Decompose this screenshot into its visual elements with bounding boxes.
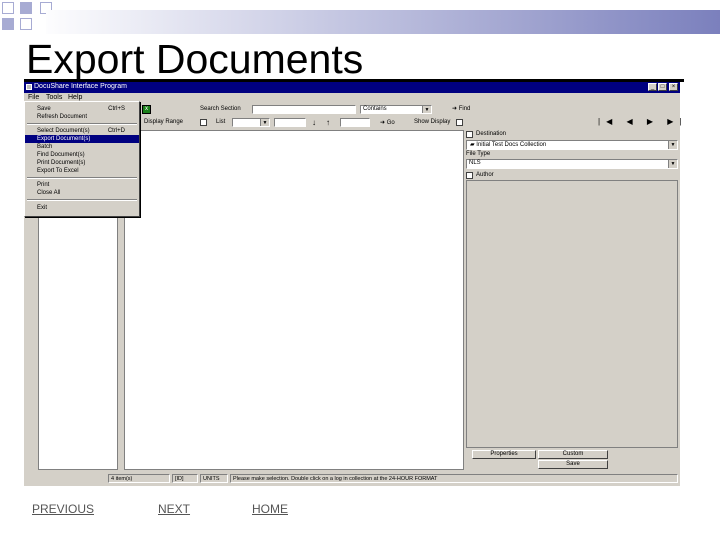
menu-separator — [27, 123, 137, 125]
menu-help[interactable]: Help — [68, 94, 82, 101]
toolbar-secondary: Display Range List ▼ ↓ ↑ ➜ Go Show Displ… — [134, 116, 681, 128]
statusbar: 4 item(s) [ID] UNITS Please make selecti… — [24, 474, 680, 484]
properties-panel: Destination ▰ Initial Test Docs Collecti… — [466, 128, 678, 472]
menu-item-select-documents[interactable]: Select Document(s) Ctrl+D — [25, 127, 139, 135]
minimize-button[interactable]: _ — [648, 83, 657, 91]
menu-separator — [27, 177, 137, 179]
menu-item-print-documents[interactable]: Print Document(s) — [25, 159, 139, 167]
list-select[interactable]: ▼ — [232, 118, 270, 127]
range-end-input[interactable] — [340, 118, 370, 127]
document-list-pane[interactable] — [124, 130, 464, 470]
display-range-checkbox[interactable] — [200, 119, 207, 126]
find-button[interactable]: ➜ Find — [452, 105, 470, 112]
menu-separator — [27, 199, 137, 201]
arrow-right-icon: ➜ — [452, 106, 458, 112]
author-row: Author — [466, 171, 678, 180]
file-type-label: File Type — [466, 151, 491, 157]
record-navigation[interactable]: |◀ ◀ ▶ ▶| — [598, 117, 687, 126]
app-window: DocuShare Interface Program _ □ × File T… — [24, 82, 681, 486]
menu-item-find-documents[interactable]: Find Document(s) — [25, 151, 139, 159]
next-link[interactable]: NEXT — [158, 502, 190, 516]
status-id: [ID] — [172, 474, 198, 483]
menu-item-export-documents[interactable]: Export Document(s) — [25, 135, 139, 143]
status-docs-count: 4 item(s) — [108, 474, 170, 483]
author-checkbox[interactable] — [466, 172, 473, 179]
app-icon — [26, 84, 32, 90]
menu-item-batch[interactable]: Batch — [25, 143, 139, 151]
destination-checkbox[interactable] — [466, 131, 473, 138]
home-link[interactable]: HOME — [252, 502, 288, 516]
toolbar: x Search Section Contains ▼ ➜ Find — [134, 103, 680, 115]
file-type-select[interactable]: NLS ▼ — [466, 159, 678, 169]
header-gradient-band — [46, 10, 720, 34]
destination-label: Destination — [476, 131, 507, 137]
arrow-right-icon: ➜ — [380, 120, 386, 126]
decor-square — [20, 18, 32, 30]
folder-icon: ▰ — [470, 142, 475, 148]
menu-item-export-to-excel[interactable]: Export To Excel — [25, 167, 139, 175]
maximize-button[interactable]: □ — [658, 83, 667, 91]
properties-area — [466, 180, 678, 448]
menu-file[interactable]: File — [28, 94, 39, 101]
decor-square — [2, 18, 14, 30]
file-menu: Save Ctrl+S Refresh Document Select Docum… — [24, 101, 140, 217]
destination-row: Destination — [466, 130, 678, 139]
menu-item-save[interactable]: Save Ctrl+S — [25, 105, 139, 113]
show-display-checkbox[interactable] — [456, 119, 463, 126]
excel-icon[interactable]: x — [142, 105, 151, 114]
status-message: Please make selection. Double click on a… — [230, 474, 678, 483]
list-label: List — [216, 119, 226, 125]
close-button[interactable]: × — [669, 83, 678, 91]
menu-tools[interactable]: Tools — [46, 94, 62, 101]
save-button[interactable]: Save — [538, 460, 608, 469]
search-section-label: Search Section — [200, 106, 241, 112]
status-units: UNITS — [200, 474, 228, 483]
display-range-label: Display Range — [144, 119, 184, 125]
menu-item-refresh-document[interactable]: Refresh Document — [25, 113, 139, 121]
tab-custom[interactable]: Custom — [538, 450, 608, 459]
previous-link[interactable]: PREVIOUS — [32, 502, 94, 516]
chevron-down-icon: ▼ — [668, 160, 677, 168]
decor-square — [2, 2, 14, 14]
chevron-down-icon: ▼ — [260, 119, 269, 126]
operator-select[interactable]: Contains ▼ — [360, 105, 432, 114]
window-title: DocuShare Interface Program — [34, 83, 127, 90]
collection-select[interactable]: ▰ Initial Test Docs Collection ▼ — [466, 140, 678, 150]
show-display-label: Show Display — [414, 119, 451, 125]
menu-item-print[interactable]: Print — [25, 181, 139, 189]
tab-properties[interactable]: Properties — [472, 450, 536, 459]
decor-square — [20, 2, 32, 14]
search-input[interactable] — [252, 105, 356, 114]
menu-item-close-all[interactable]: Close All — [25, 189, 139, 197]
arrow-down-icon[interactable]: ↓ — [312, 118, 316, 127]
go-button[interactable]: ➜ Go — [380, 119, 395, 126]
arrow-up-icon[interactable]: ↑ — [326, 118, 330, 127]
range-input[interactable] — [274, 118, 306, 127]
chevron-down-icon: ▼ — [668, 141, 677, 149]
slide-title: Export Documents — [26, 36, 364, 82]
window-titlebar: DocuShare Interface Program _ □ × — [24, 82, 680, 93]
author-label: Author — [476, 172, 494, 178]
chevron-down-icon: ▼ — [422, 106, 431, 113]
menu-item-exit[interactable]: Exit — [25, 204, 139, 212]
